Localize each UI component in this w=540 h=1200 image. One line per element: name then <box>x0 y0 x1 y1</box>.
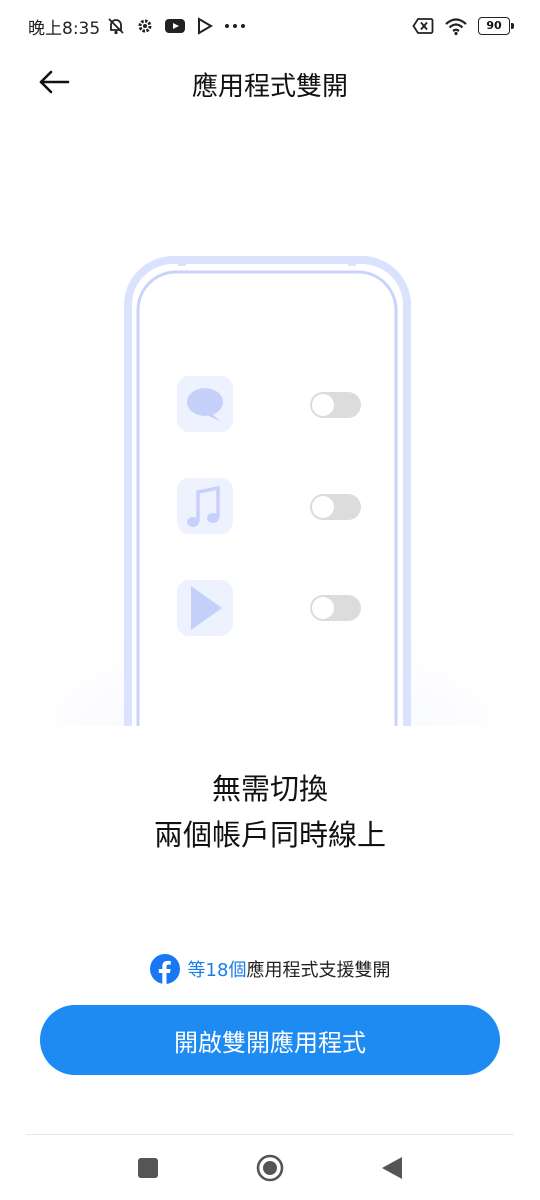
page-title: 應用程式雙開 <box>191 72 348 102</box>
supported-apps-line: 等18個 應用程式支援雙開 <box>0 954 540 984</box>
muted-bell-icon <box>108 18 124 35</box>
enable-dual-apps-button[interactable]: 開啟雙開應用程式 <box>40 1005 500 1075</box>
status-time: 晚上8:35 <box>28 19 101 39</box>
music-app-tile <box>177 478 233 534</box>
phone-illustration <box>124 256 411 726</box>
gear-icon <box>138 19 152 33</box>
toggle-switch-chat[interactable] <box>310 392 361 418</box>
sim-off-icon <box>412 18 434 34</box>
supported-apps-text: 應用程式支援雙開 <box>246 960 391 981</box>
navigation-bar <box>0 1136 540 1200</box>
play-store-icon <box>198 17 213 35</box>
status-bar: 晚上8:35 90 <box>0 0 540 52</box>
youtube-icon <box>165 19 185 33</box>
facebook-icon <box>149 954 180 984</box>
wifi-icon <box>445 18 467 36</box>
circle-home-icon <box>256 1154 284 1182</box>
header: 應用程式雙開 <box>0 52 540 112</box>
triangle-back-icon <box>382 1157 402 1179</box>
status-icons-left <box>106 14 246 38</box>
square-icon <box>138 1158 158 1178</box>
status-icons-right: 90 <box>412 15 514 37</box>
toggle-switch-video[interactable] <box>310 595 361 621</box>
recents-button[interactable] <box>132 1152 164 1184</box>
enable-dual-apps-label: 開啟雙開應用程式 <box>174 1028 366 1057</box>
dual-apps-illustration <box>0 256 540 726</box>
headline: 無需切換 兩個帳戶同時線上 <box>0 766 540 858</box>
headline-line1: 無需切換 <box>211 772 328 806</box>
more-dots-icon <box>225 24 245 28</box>
nav-divider <box>26 1134 514 1135</box>
toggle-switch-music[interactable] <box>310 494 361 520</box>
supported-apps-link[interactable]: 等18個 <box>188 956 247 982</box>
back-nav-button[interactable] <box>376 1152 408 1184</box>
headline-line2: 兩個帳戶同時線上 <box>153 818 386 852</box>
home-button[interactable] <box>254 1152 286 1184</box>
battery-indicator: 90 <box>478 17 514 35</box>
